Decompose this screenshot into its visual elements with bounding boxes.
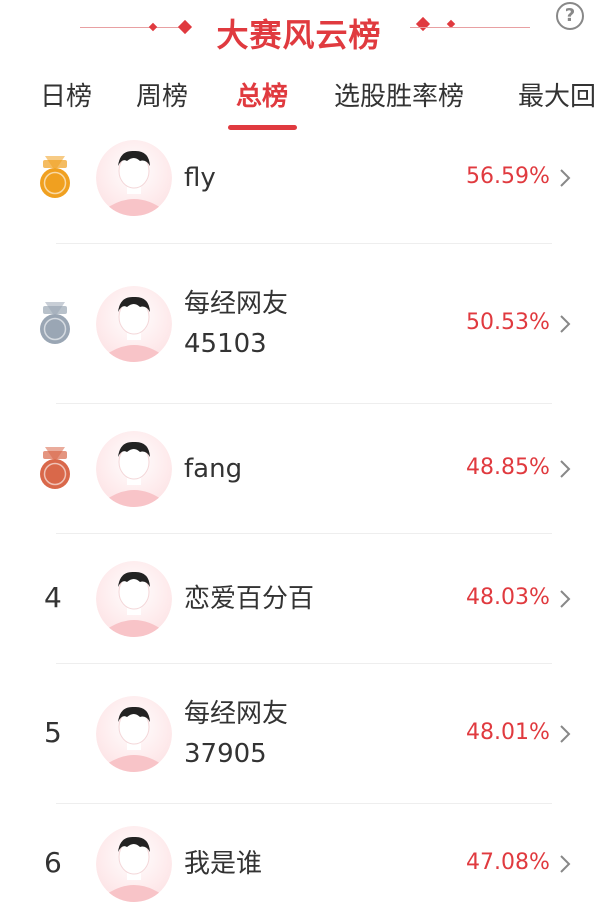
ranking-row[interactable]: 2 每经网友4510350.53% [0, 244, 598, 404]
ranking-row[interactable]: 4 恋爱百分百 48.03% [0, 534, 598, 664]
ranking-row[interactable]: 6 我是谁 47.08% [0, 804, 598, 924]
user-name-line-1: fang [184, 454, 243, 484]
chevron-right-icon[interactable] [558, 854, 572, 874]
user-name: 恋爱百分百 [184, 579, 314, 619]
default-avatar-icon[interactable] [96, 826, 172, 902]
chevron-right-icon[interactable] [558, 459, 572, 479]
default-avatar-icon[interactable] [96, 561, 172, 637]
user-name-line-2: 37905 [184, 739, 267, 769]
win-rate-value: 56.59% [466, 164, 550, 189]
ranking-row[interactable]: 1 fly56.59% [0, 134, 598, 244]
user-name-line-1: 每经网友 [184, 699, 289, 729]
chevron-right-icon[interactable] [558, 589, 572, 609]
bronze-medal-icon [37, 447, 73, 491]
header: 大赛风云榜 ? [0, 0, 598, 62]
chevron-right-icon[interactable] [558, 314, 572, 334]
user-name: 每经网友 45103 [184, 284, 288, 364]
default-avatar-icon[interactable] [96, 286, 172, 362]
tab-daily[interactable]: 日榜 [40, 76, 92, 113]
default-avatar-icon[interactable] [96, 431, 172, 507]
win-rate-value: 50.53% [466, 310, 550, 335]
default-avatar-icon[interactable] [96, 696, 172, 772]
user-name: fang [184, 449, 242, 489]
win-rate-value: 48.01% [466, 720, 550, 745]
user-name-line-1: fly [184, 163, 216, 193]
tab-stock-win-rate[interactable]: 选股胜率榜 [334, 76, 464, 113]
tab-overall[interactable]: 总榜 [236, 76, 288, 113]
chevron-right-icon[interactable] [558, 168, 572, 188]
user-name: 每经网友 37905 [184, 694, 288, 774]
user-name-line-2: 45103 [184, 329, 267, 359]
ranking-row[interactable]: 3 fang48.85% [0, 404, 598, 534]
user-name-line-1: 恋爱百分百 [184, 584, 315, 614]
user-name: fly [184, 158, 216, 198]
rank-number: 6 [44, 846, 62, 879]
rank-number: 5 [44, 716, 62, 749]
page-title: 大赛风云榜 [216, 16, 382, 54]
chevron-right-icon[interactable] [558, 724, 572, 744]
gold-medal-icon [37, 156, 73, 200]
title-decoration-right [410, 27, 530, 28]
question-circle-icon[interactable]: ? [556, 2, 584, 30]
user-name-line-1: 我是谁 [184, 849, 263, 879]
tab-weekly[interactable]: 周榜 [136, 76, 188, 113]
default-avatar-icon[interactable] [96, 140, 172, 216]
win-rate-value: 48.85% [466, 455, 550, 480]
user-name-line-1: 每经网友 [184, 289, 289, 319]
user-name: 我是谁 [184, 844, 262, 884]
tab-max-drawdown[interactable]: 最大回 [518, 76, 596, 113]
win-rate-value: 48.03% [466, 585, 550, 610]
rank-number: 4 [44, 581, 62, 614]
tab-bar: 日榜 周榜 总榜 选股胜率榜 最大回 [0, 62, 598, 134]
ranking-row[interactable]: 5 每经网友 37905 48.01% [0, 664, 598, 804]
silver-medal-icon [37, 302, 73, 346]
win-rate-value: 47.08% [466, 850, 550, 875]
active-tab-indicator [228, 125, 297, 130]
